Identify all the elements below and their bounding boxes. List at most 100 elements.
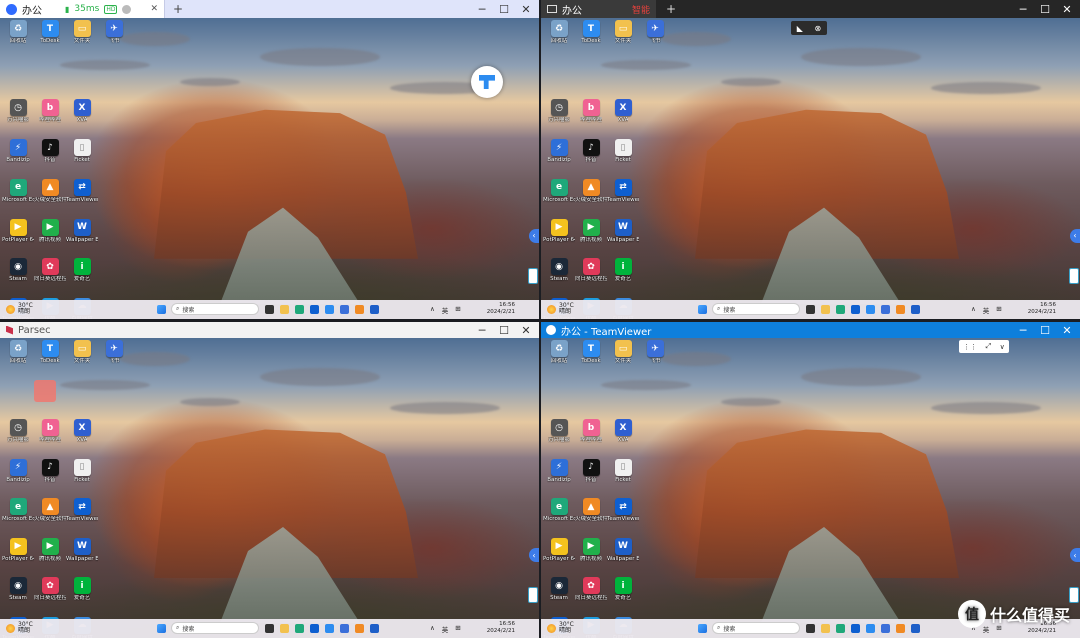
desktop-icon[interactable]: T ToDesk — [34, 20, 66, 60]
desktop-icon[interactable]: WWallpaper Engine — [607, 537, 639, 578]
task-view-icon[interactable] — [806, 305, 815, 314]
desktop-icon[interactable]: eMicrosoft Edge — [543, 178, 575, 219]
drag-handle-icon[interactable]: ⋮⋮ — [963, 343, 977, 351]
desktop-icon[interactable]: ▶ 腾讯视频 — [34, 537, 66, 578]
desktop-icon[interactable]: ▶ 腾讯视频 — [575, 218, 607, 259]
huorong-icon[interactable] — [355, 624, 364, 633]
new-tab-button[interactable]: + — [173, 2, 183, 16]
maximize-button[interactable]: ☐ — [493, 0, 515, 18]
desktop-icon[interactable]: ▭ 文件夹 — [66, 20, 98, 60]
todesk-icon[interactable] — [325, 305, 334, 314]
desktop-icon[interactable]: b 哔哩哔哩 — [34, 99, 66, 139]
desktop-icon[interactable]: ⇄TeamViewer 快捷方式 — [66, 178, 98, 219]
desktop-icon[interactable]: ⚡ Bandizip — [2, 139, 34, 179]
desktop-icon[interactable]: ✈ 飞书 — [98, 340, 130, 380]
desktop-icon[interactable]: ♪ 抖音 — [34, 458, 66, 499]
desktop-icon[interactable]: ▲ 火绒安全软件 — [575, 498, 607, 538]
tray-expand-icon[interactable]: ∧ — [971, 305, 976, 315]
side-widget[interactable] — [528, 267, 538, 284]
taskbar-search[interactable]: ⌕ 搜索 — [171, 622, 259, 634]
desktop-icon[interactable]: ♻ 回收站 — [2, 20, 34, 60]
network-icon[interactable]: ⊞ — [455, 305, 460, 315]
clock[interactable]: 16:56 2024/2/21 — [487, 621, 515, 635]
hd-badge[interactable]: HD — [104, 4, 118, 14]
desktop-icon[interactable]: ✿向日葵远程控制 — [34, 577, 66, 617]
desktop-icon[interactable]: ▯ Ficket — [607, 139, 639, 179]
weather-widget[interactable]: 30°C 晴朗 — [6, 303, 33, 315]
side-panel-handle[interactable]: ‹ — [1070, 548, 1080, 562]
desktop-icon[interactable]: ✿向日葵远程控制 — [575, 258, 607, 298]
minimize-button[interactable]: ─ — [1012, 322, 1034, 338]
network-icon[interactable]: ⊞ — [996, 305, 1001, 315]
input-lang-indicator[interactable]: 英 — [442, 624, 449, 634]
desktop-icon[interactable]: X XVA — [607, 99, 639, 139]
feishu-icon[interactable] — [881, 305, 890, 314]
fullscreen-icon[interactable]: ⤢ — [986, 342, 992, 351]
huorong-icon[interactable] — [896, 624, 905, 633]
minimize-button[interactable]: ─ — [471, 0, 493, 18]
taskbar-search[interactable]: ⌕ 搜索 — [712, 622, 800, 634]
wallpaper-engine-icon[interactable] — [370, 624, 379, 633]
desktop-icon[interactable]: ⚡ Bandizip — [543, 458, 575, 499]
file-explorer-icon[interactable] — [821, 624, 830, 633]
desktop-icon[interactable]: ◉ Steam — [2, 258, 34, 298]
huorong-icon[interactable] — [896, 305, 905, 314]
desktop-icon[interactable]: ✈ 飞书 — [639, 20, 671, 60]
desktop-icon[interactable]: T ToDesk — [575, 20, 607, 60]
desktop-icon[interactable]: ▶ 腾讯视频 — [575, 537, 607, 578]
start-icon[interactable] — [698, 624, 707, 633]
desktop-icon[interactable]: ◷ 万兴喵影 — [2, 99, 34, 139]
edge-icon[interactable] — [836, 624, 845, 633]
desktop-icon[interactable]: ♪ 抖音 — [575, 458, 607, 499]
desktop-icon[interactable]: WWallpaper Engine — [66, 537, 98, 578]
desktop-icon[interactable]: ⚡ Bandizip — [543, 139, 575, 179]
side-panel-handle[interactable]: ‹ — [529, 548, 539, 562]
clock[interactable]: 16:56 2024/2/21 — [1028, 302, 1056, 316]
teamviewer-toolbar[interactable]: ⋮⋮ ⤢ ∨ — [959, 340, 1009, 353]
taskbar-search[interactable]: ⌕ 搜索 — [712, 303, 800, 315]
edge-icon[interactable] — [295, 305, 304, 314]
desktop-icon[interactable]: WWallpaper Engine — [66, 218, 98, 259]
screen-toggle-icon[interactable]: ◣ — [797, 24, 803, 33]
task-view-icon[interactable] — [806, 624, 815, 633]
desktop-icon[interactable]: ⇄TeamViewer 快捷方式 — [607, 178, 639, 219]
desktop-icon[interactable]: eMicrosoft Edge — [2, 498, 34, 538]
start-icon[interactable] — [157, 305, 166, 314]
system-tray[interactable]: ∧ 英 ⊞ — [430, 624, 461, 634]
desktop-icon[interactable]: ✿向日葵远程控制 — [575, 577, 607, 617]
task-view-icon[interactable] — [265, 305, 274, 314]
desktop-icon[interactable]: ▭ 文件夹 — [607, 20, 639, 60]
clock[interactable]: 16:56 2024/2/21 — [487, 302, 515, 316]
desktop-icon[interactable]: ▲ 火绒安全软件 — [34, 498, 66, 538]
sunlogin-mini-toolbar[interactable]: ◣ ⊗ — [791, 21, 827, 35]
todesk-icon[interactable] — [325, 624, 334, 633]
desktop-icon[interactable]: ▭ 文件夹 — [607, 340, 639, 380]
minimize-button[interactable]: ─ — [1012, 0, 1034, 18]
file-explorer-icon[interactable] — [821, 305, 830, 314]
feishu-icon[interactable] — [340, 624, 349, 633]
input-lang-indicator[interactable]: 英 — [983, 305, 990, 315]
desktop-icon[interactable]: i 爱奇艺 — [607, 258, 639, 298]
system-tray[interactable]: ∧ 英 ⊞ — [430, 305, 461, 315]
minimize-button[interactable]: ─ — [471, 322, 493, 338]
desktop-icon[interactable]: i 爱奇艺 — [66, 577, 98, 617]
tab-active[interactable]: 办公 ▮ 35ms HD ✕ — [0, 0, 165, 18]
tab-close-icon[interactable]: ✕ — [150, 4, 158, 14]
teamviewer-icon[interactable] — [310, 624, 319, 633]
desktop-icon[interactable]: ♻ 回收站 — [543, 340, 575, 380]
desktop-icon[interactable]: ▶PotPlayer 64 bit — [543, 218, 575, 259]
desktop-icon[interactable]: ✿向日葵远程控制 — [34, 258, 66, 298]
task-view-icon[interactable] — [265, 624, 274, 633]
desktop-icon[interactable]: X XVA — [66, 99, 98, 139]
weather-widget[interactable]: 30°C 晴朗 — [6, 622, 33, 634]
teamviewer-icon[interactable] — [310, 305, 319, 314]
wallpaper-engine-icon[interactable] — [911, 624, 920, 633]
desktop-icon[interactable]: ▶PotPlayer 64 bit — [2, 537, 34, 578]
wallpaper-engine-icon[interactable] — [911, 305, 920, 314]
remote-desktop[interactable]: ♻ 回收站 T ToDesk ▭ 文件夹 ✈ 飞书 ◷ 万兴喵影 b 哔哩哔哩 X XVA ⚡ Bandizi… — [0, 18, 539, 319]
close-button[interactable]: ✕ — [515, 0, 537, 18]
teamviewer-icon[interactable] — [851, 624, 860, 633]
desktop-icon[interactable]: T ToDesk — [34, 340, 66, 380]
todesk-icon[interactable] — [866, 624, 875, 633]
desktop-icon[interactable]: ♻ 回收站 — [543, 20, 575, 60]
